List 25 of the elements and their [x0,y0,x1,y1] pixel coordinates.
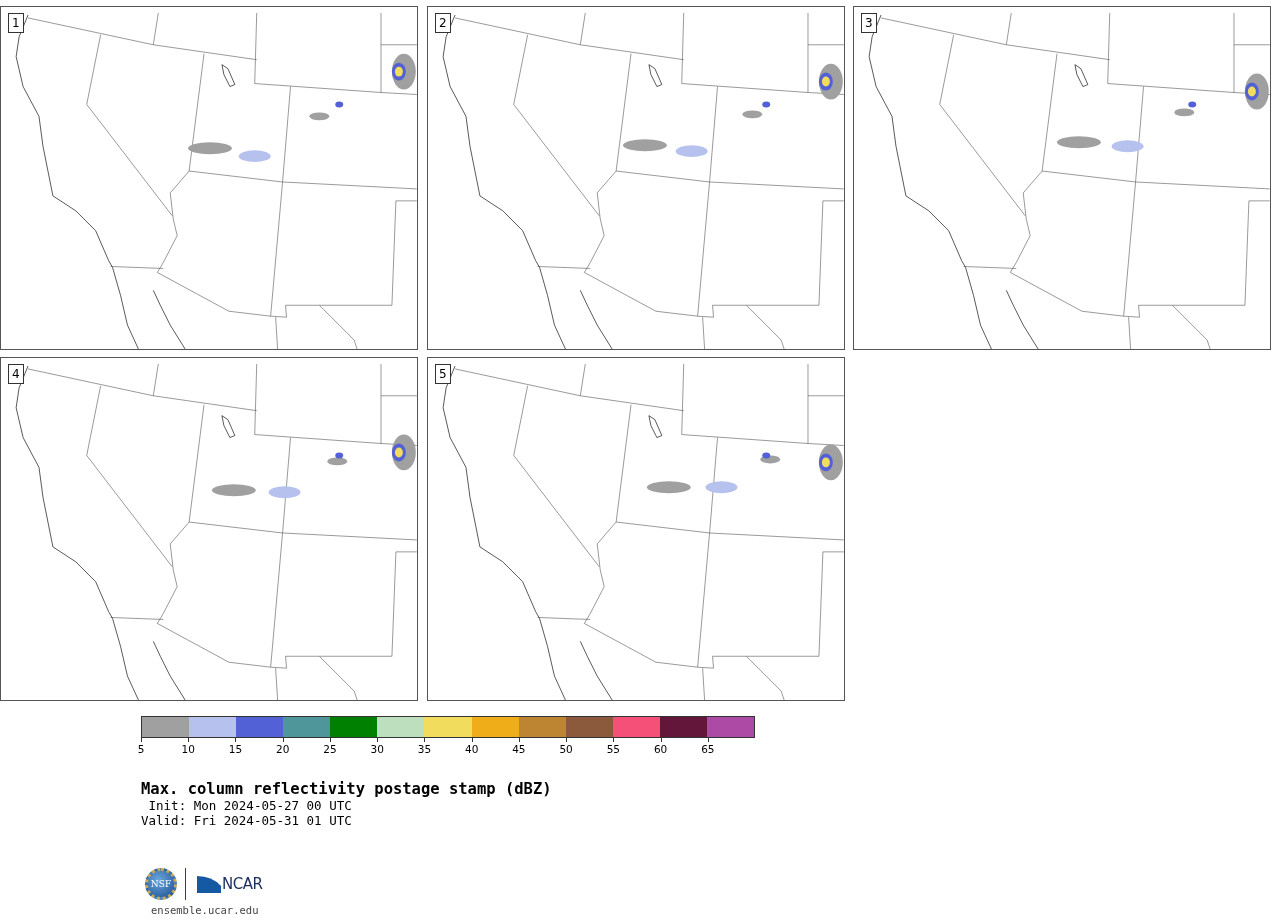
colorbar-tick-label: 55 [606,743,621,755]
seal-logo-text: NSF [150,879,172,889]
colorbar-tick-label: 20 [276,743,290,755]
colorbar-tick-label: 45 [512,743,526,755]
logo-wordmark: NCAR [222,875,263,893]
init-time: Init: Mon 2024-05-27 00 UTC [147,798,353,813]
colorbar-tick-label: 10 [181,743,195,755]
website-url: ensemble.ucar.edu [151,904,260,917]
swoosh-logo-icon [196,874,222,894]
chart-title: Max. column reflectivity postage stamp (dBZ) [141,780,553,798]
colorbar-tick-label: 65 [701,743,715,755]
panel-number: 3 [861,13,877,33]
colorbar-tick-label: 60 [653,743,668,755]
colorbar-tick-label: 30 [370,743,384,755]
colorbar-tick-label: 50 [559,743,573,755]
colorbar-tick-label: 35 [417,743,432,755]
panel-number: 1 [8,13,24,33]
panel-number: 5 [435,364,451,384]
valid-time: Valid: Fri 2024-05-31 01 UTC [141,813,353,828]
colorbar-tick-label: 15 [228,743,243,755]
colorbar-tick-label: 25 [323,743,337,755]
panel-number: 2 [435,13,451,33]
colorbar-tick-label: 5 [137,743,145,755]
colorbar-tick-label: 40 [464,743,479,755]
panel-number: 4 [8,364,24,384]
